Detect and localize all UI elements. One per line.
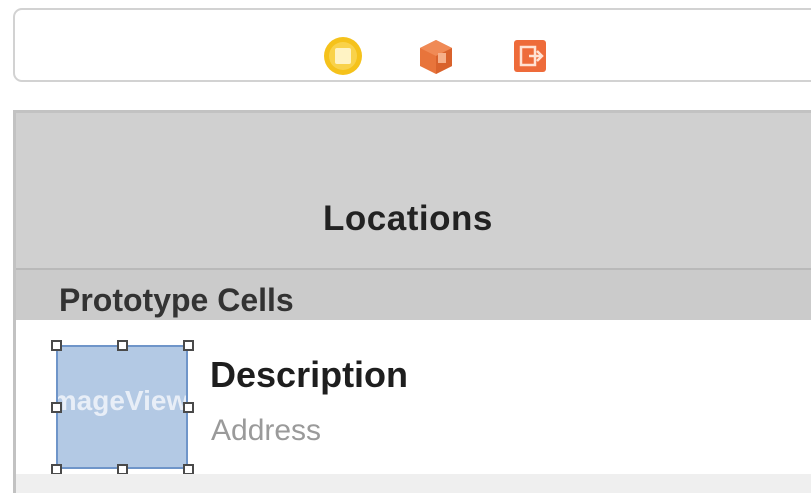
first-responder-icon[interactable] [417, 38, 455, 76]
navigation-bar[interactable]: Locations [16, 113, 811, 270]
description-label[interactable]: Description [210, 354, 408, 396]
section-header-label: Prototype Cells [59, 282, 294, 318]
storyboard-canvas: Locations Prototype Cells ImageView Desc… [0, 0, 811, 493]
scene-dock [13, 8, 811, 82]
exit-icon[interactable] [512, 38, 548, 74]
image-view[interactable]: ImageView [56, 345, 188, 469]
section-header: Prototype Cells [16, 270, 811, 320]
resize-handle-top-left[interactable] [51, 340, 62, 351]
table-view-controller-scene: Locations Prototype Cells ImageView Desc… [13, 110, 811, 493]
nav-title[interactable]: Locations [323, 199, 493, 239]
resize-handle-left[interactable] [51, 402, 62, 413]
resize-handle-top-right[interactable] [183, 340, 194, 351]
image-view-placeholder-label: ImageView [56, 385, 188, 416]
resize-handle-right[interactable] [183, 402, 194, 413]
table-view-background [16, 474, 811, 493]
address-label[interactable]: Address [211, 414, 321, 448]
prototype-cell[interactable]: ImageView Description Address [16, 320, 811, 475]
view-controller-icon[interactable] [322, 35, 364, 77]
resize-handle-top[interactable] [117, 340, 128, 351]
